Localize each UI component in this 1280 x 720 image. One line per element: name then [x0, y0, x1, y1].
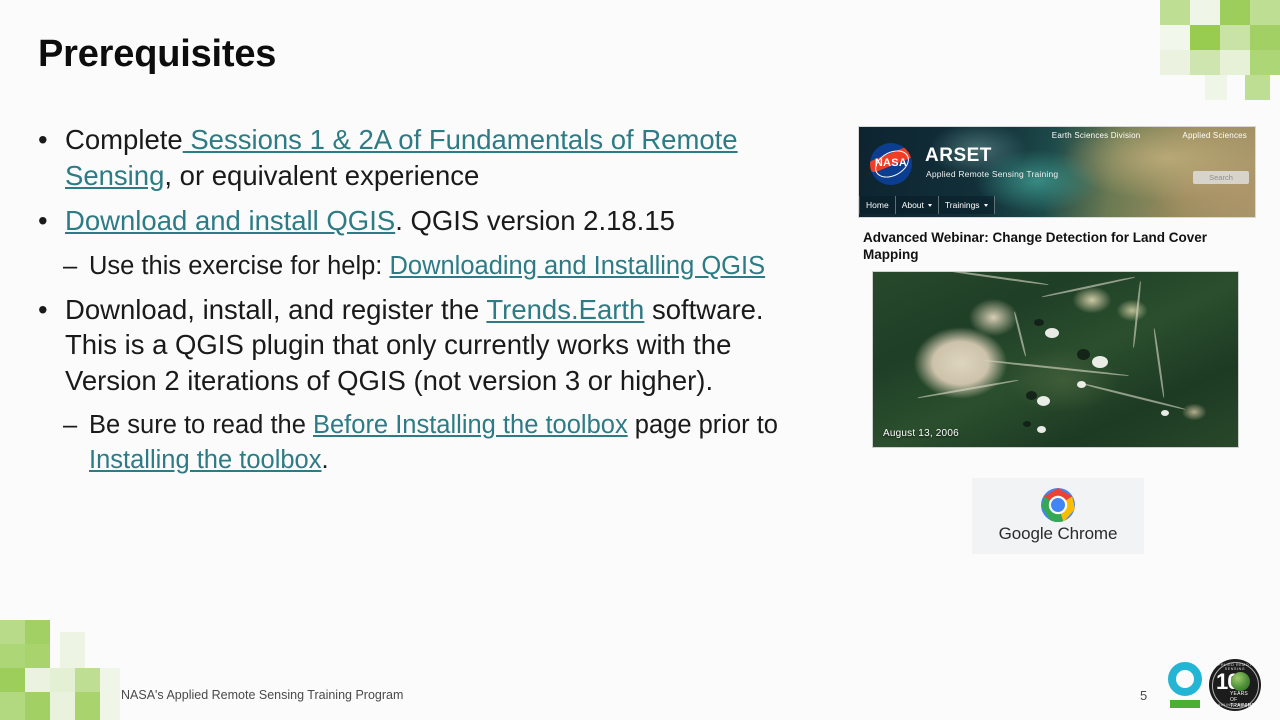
- cloud-shadow: [1033, 319, 1044, 327]
- footer-text: NASA's Applied Remote Sensing Training P…: [121, 688, 404, 702]
- google-chrome-label: Google Chrome: [998, 524, 1118, 543]
- sub-bullet-text-post: .: [321, 446, 329, 474]
- nasa-wordmark: NASA: [874, 157, 908, 169]
- link-trends-earth[interactable]: Trends.Earth: [486, 294, 644, 325]
- link-installing-the-toolbox[interactable]: Installing the toolbox: [89, 446, 322, 474]
- nasa-meatball-logo: NASA: [870, 143, 912, 185]
- chrome-blue-core: [1051, 498, 1065, 512]
- ring-icon: [1168, 662, 1202, 696]
- bullet-list: • Complete Sessions 1 & 2A of Fundamenta…: [38, 122, 778, 486]
- cloud-shadow: [1022, 420, 1031, 427]
- sub-bullet-text-pre: Use this exercise for help:: [89, 251, 390, 280]
- green-bar-icon: [1170, 700, 1200, 708]
- decorative-mosaic-bottom-left: [0, 620, 120, 720]
- cloud-spot: [1092, 356, 1108, 368]
- link-download-and-install-qgis[interactable]: Download and install QGIS: [65, 205, 395, 236]
- satellite-terrain: [873, 272, 1238, 447]
- page-number: 5: [1140, 688, 1148, 703]
- bullet-text-pre: Download, install, and register the: [65, 293, 487, 325]
- nav-item-trainings[interactable]: Trainings: [938, 196, 995, 214]
- bullet-marker: •: [38, 205, 48, 236]
- nav-item-trainings-label: Trainings: [944, 200, 980, 210]
- sub-bullet-text: Use this exercise for help: Downloading …: [89, 249, 778, 284]
- nav-item-home[interactable]: Home: [859, 196, 896, 214]
- sub-bullet-marker: –: [63, 411, 78, 439]
- link-applied-sciences[interactable]: Applied Sciences: [1182, 131, 1247, 140]
- google-chrome-card: Google Chrome: [972, 478, 1144, 554]
- link-earth-sciences-division[interactable]: Earth Sciences Division: [1052, 131, 1141, 140]
- sub-bullet-item-use-this-exercise: – Use this exercise for help: Downloadin…: [63, 249, 778, 284]
- arset-brand-name: ARSET: [925, 145, 992, 166]
- cloud-spot: [1077, 380, 1087, 388]
- decorative-mosaic-top-right: [1160, 0, 1280, 100]
- google-chrome-icon: [1041, 488, 1075, 522]
- badge-arc-bottom-text: TRAINING PROGRAM: [1211, 703, 1259, 707]
- chevron-down-icon: [983, 203, 988, 207]
- bullet-item-download-install-qgis: • Download and install QGIS. QGIS versio…: [38, 203, 778, 239]
- link-before-installing-the-toolbox[interactable]: Before Installing the toolbox: [313, 411, 628, 439]
- bullet-text: Download and install QGIS. QGIS version …: [65, 203, 778, 239]
- bullet-item-complete-sessions: • Complete Sessions 1 & 2A of Fundamenta…: [38, 122, 778, 193]
- bullet-text-post: . QGIS version 2.18.15: [395, 205, 675, 236]
- arset-website-screenshot: Earth Sciences Division Applied Sciences…: [858, 126, 1256, 218]
- bullet-marker: •: [38, 293, 48, 325]
- nav-item-home-label: Home: [866, 200, 889, 210]
- sub-bullet-text-mid: page prior to: [627, 411, 778, 439]
- nav-item-about-label: About: [901, 200, 924, 210]
- bullet-text: Complete Sessions 1 & 2A of Fundamentals…: [65, 122, 778, 193]
- satellite-image-date-caption: August 13, 2006: [883, 428, 959, 439]
- arset-search-input[interactable]: Search: [1193, 171, 1249, 184]
- arset-nav-bar: Home About Trainings: [859, 196, 1255, 214]
- nav-item-about[interactable]: About: [895, 196, 939, 214]
- slide-canvas: Prerequisites • Complete Sessions 1 & 2A…: [0, 0, 1280, 720]
- sub-bullet-text-pre: Be sure to read the: [89, 411, 313, 439]
- arset-top-links: Earth Sciences Division Applied Sciences: [1052, 131, 1247, 140]
- sub-bullet-text: Be sure to read the Before Installing th…: [89, 408, 778, 478]
- link-downloading-and-installing-qgis[interactable]: Downloading and Installing QGIS: [389, 252, 765, 280]
- sub-bullet-item-before-installing: – Be sure to read the Before Installing …: [63, 408, 778, 478]
- arset-ring-logo: [1165, 662, 1205, 710]
- page-title: Prerequisites: [38, 33, 277, 75]
- bullet-item-trends-earth: • Download, install, and register the Tr…: [38, 292, 778, 399]
- webinar-title: Advanced Webinar: Change Detection for L…: [863, 230, 1208, 262]
- bullet-text-pre: Complete: [65, 124, 183, 155]
- bullet-marker: •: [38, 124, 48, 155]
- satellite-image: August 13, 2006: [872, 271, 1239, 448]
- bullet-text: Download, install, and register the Tren…: [65, 292, 778, 399]
- cloud-spot: [1044, 328, 1059, 338]
- arset-tagline: Applied Remote Sensing Training: [926, 169, 1059, 179]
- chevron-down-icon: [927, 203, 932, 207]
- globe-icon: [1231, 672, 1250, 691]
- ten-years-of-training-badge: APPLIED REMOTE SENSING 10 YEARS OF TRAIN…: [1209, 659, 1261, 711]
- sub-bullet-marker: –: [63, 251, 78, 280]
- bullet-text-post: , or equivalent experience: [164, 159, 480, 191]
